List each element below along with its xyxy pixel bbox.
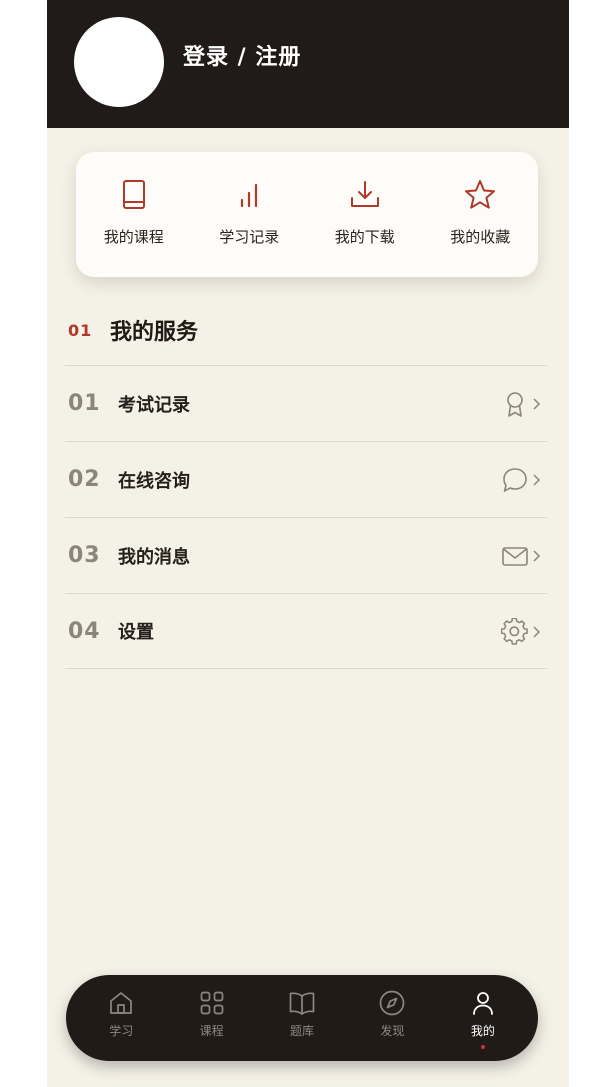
gear-icon [501,618,528,645]
active-indicator-dot [480,1045,485,1049]
row-number: 02 [68,467,101,492]
tab-label: 发现 [380,1024,405,1038]
login-register-link[interactable]: 登录 / 注册 [183,40,301,76]
section-number: 01 [68,320,93,340]
tab-courses[interactable]: 课程 [166,975,256,1061]
quick-action-my-downloads[interactable]: 我的下载 [307,152,423,277]
quick-action-study-records[interactable]: 学习记录 [192,152,308,277]
quick-action-label: 我的课程 [103,228,164,246]
chevron-right-icon [533,550,541,562]
chevron-right-icon [533,626,541,638]
quick-action-my-favorites[interactable]: 我的收藏 [423,152,539,277]
tab-mine[interactable]: 我的 [438,975,528,1061]
section-title: 我的服务 [110,320,199,345]
tab-label: 我的 [470,1024,495,1038]
quick-action-label: 我的下载 [334,228,395,246]
profile-header: 登录 / 注册 [47,0,569,128]
row-label: 我的消息 [118,546,190,568]
avatar[interactable] [74,17,164,107]
tab-label: 学习 [109,1024,134,1038]
chevron-right-icon [533,474,541,486]
quick-action-label: 我的收藏 [450,228,511,246]
mail-icon [502,547,528,566]
tab-question-bank[interactable]: 题库 [257,975,347,1061]
user-icon [472,992,493,1015]
service-row-online-consultation[interactable]: 02 在线咨询 [65,441,547,517]
section-header-my-services: 01 我的服务 [68,312,198,348]
tab-label: 题库 [290,1024,315,1038]
quick-action-my-courses[interactable]: 我的课程 [76,152,192,277]
tab-study[interactable]: 学习 [76,975,166,1061]
chat-bubble-icon [503,468,527,492]
bottom-tab-bar: 学习 课程 题库 发现 我的 [66,975,538,1061]
home-icon [110,992,133,1014]
bar-chart-icon [241,183,258,208]
row-number: 01 [68,391,101,416]
compass-icon [380,990,405,1016]
tab-discover[interactable]: 发现 [347,975,437,1061]
service-list: 01 考试记录 02 在线咨询 03 我的消息 04 设置 [65,365,547,669]
profile-screen: 登录 / 注册 我的课程 学习记录 我的下载 我的收藏 01 我的服务 01 考… [47,0,569,1087]
star-icon [465,180,496,209]
open-book-icon [289,992,315,1015]
service-row-exam-records[interactable]: 01 考试记录 [65,365,547,441]
row-label: 考试记录 [118,394,190,416]
grid-icon [200,991,223,1015]
service-row-settings[interactable]: 04 设置 [65,593,547,669]
service-row-my-messages[interactable]: 03 我的消息 [65,517,547,593]
row-number: 04 [68,618,101,644]
row-label: 设置 [118,622,154,643]
tab-label: 课程 [199,1024,224,1038]
row-label: 在线咨询 [118,470,190,492]
badge-icon [507,392,523,417]
book-icon [122,180,145,209]
quick-action-label: 学习记录 [219,228,280,246]
row-number: 03 [68,543,101,568]
download-icon [350,181,379,207]
chevron-right-icon [533,398,541,410]
quick-actions-card: 我的课程 学习记录 我的下载 我的收藏 [76,152,538,277]
